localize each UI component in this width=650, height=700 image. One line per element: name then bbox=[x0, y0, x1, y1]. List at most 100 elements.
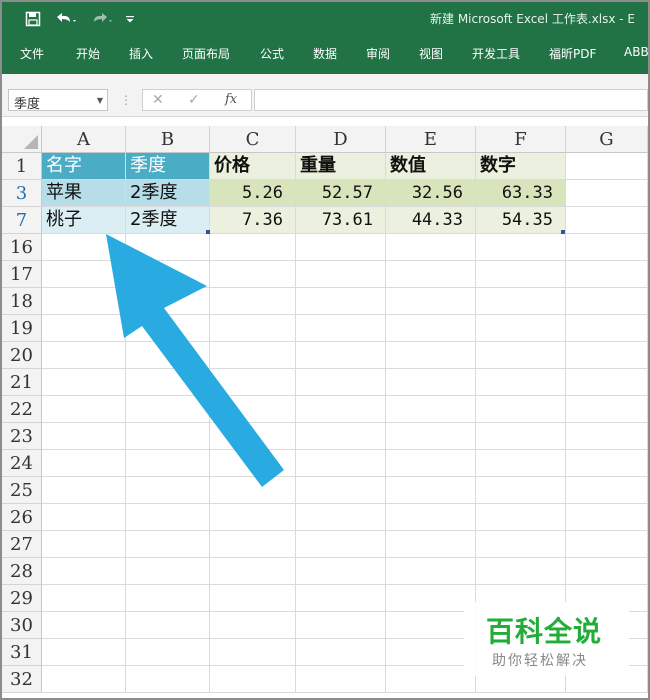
column-header-g[interactable]: G bbox=[566, 126, 648, 153]
empty-cell[interactable] bbox=[126, 666, 210, 693]
row-header[interactable]: 25 bbox=[2, 477, 42, 504]
fill-handle[interactable] bbox=[561, 230, 565, 234]
row-header[interactable]: 21 bbox=[2, 369, 42, 396]
empty-cell[interactable] bbox=[566, 315, 648, 342]
row-header[interactable]: 30 bbox=[2, 612, 42, 639]
empty-cell[interactable] bbox=[126, 315, 210, 342]
enter-icon[interactable]: ✓ bbox=[188, 92, 200, 108]
empty-cell[interactable] bbox=[476, 315, 566, 342]
drag-handle-icon[interactable]: ⋮ bbox=[120, 93, 132, 107]
empty-cell[interactable] bbox=[42, 234, 126, 261]
empty-cell[interactable] bbox=[210, 531, 296, 558]
empty-cell[interactable] bbox=[566, 261, 648, 288]
name-box[interactable]: 季度 ▼ bbox=[8, 89, 108, 112]
row-header[interactable]: 19 bbox=[2, 315, 42, 342]
tab-formulas[interactable]: 公式 bbox=[260, 45, 284, 62]
empty-cell[interactable] bbox=[126, 396, 210, 423]
empty-cell[interactable] bbox=[210, 342, 296, 369]
empty-cell[interactable] bbox=[42, 531, 126, 558]
empty-cell[interactable] bbox=[42, 261, 126, 288]
empty-cell[interactable] bbox=[210, 261, 296, 288]
row-header[interactable]: 16 bbox=[2, 234, 42, 261]
row-header[interactable]: 7 bbox=[2, 207, 42, 234]
table-cell[interactable]: 73.61 bbox=[296, 207, 386, 234]
empty-cell[interactable] bbox=[296, 396, 386, 423]
empty-cell[interactable] bbox=[42, 342, 126, 369]
row-header[interactable]: 28 bbox=[2, 558, 42, 585]
empty-cell[interactable] bbox=[42, 423, 126, 450]
empty-cell[interactable] bbox=[386, 288, 476, 315]
tab-abb[interactable]: ABB bbox=[624, 45, 648, 59]
empty-cell[interactable] bbox=[476, 531, 566, 558]
empty-cell[interactable] bbox=[566, 558, 648, 585]
row-header[interactable]: 29 bbox=[2, 585, 42, 612]
empty-cell[interactable] bbox=[566, 450, 648, 477]
tab-data[interactable]: 数据 bbox=[313, 45, 337, 62]
empty-cell[interactable] bbox=[386, 612, 476, 639]
empty-cell[interactable] bbox=[126, 558, 210, 585]
empty-cell[interactable] bbox=[126, 234, 210, 261]
tab-page-layout[interactable]: 页面布局 bbox=[182, 45, 230, 62]
table-cell[interactable]: 苹果 bbox=[42, 180, 126, 207]
empty-cell[interactable] bbox=[566, 234, 648, 261]
tab-home[interactable]: 开始 bbox=[76, 45, 100, 62]
row-header[interactable]: 26 bbox=[2, 504, 42, 531]
empty-cell[interactable] bbox=[210, 666, 296, 693]
empty-cell[interactable] bbox=[42, 666, 126, 693]
empty-cell[interactable] bbox=[296, 423, 386, 450]
empty-cell[interactable] bbox=[296, 504, 386, 531]
empty-cell[interactable] bbox=[42, 585, 126, 612]
empty-cell[interactable] bbox=[476, 450, 566, 477]
table-cell[interactable]: 63.33 bbox=[476, 180, 566, 207]
empty-cell[interactable] bbox=[210, 612, 296, 639]
empty-cell[interactable] bbox=[42, 612, 126, 639]
empty-cell[interactable] bbox=[126, 261, 210, 288]
empty-cell[interactable] bbox=[386, 477, 476, 504]
undo-icon[interactable] bbox=[52, 8, 80, 30]
empty-cell[interactable] bbox=[386, 234, 476, 261]
empty-cell[interactable] bbox=[476, 396, 566, 423]
empty-cell[interactable] bbox=[126, 585, 210, 612]
empty-cell[interactable] bbox=[386, 666, 476, 693]
empty-cell[interactable] bbox=[296, 558, 386, 585]
empty-cell[interactable] bbox=[476, 477, 566, 504]
empty-cell[interactable] bbox=[476, 261, 566, 288]
column-header-e[interactable]: E bbox=[386, 126, 476, 153]
empty-cell[interactable] bbox=[42, 369, 126, 396]
empty-cell[interactable] bbox=[386, 423, 476, 450]
table-cell[interactable]: 重量 bbox=[296, 153, 386, 180]
empty-cell[interactable] bbox=[210, 450, 296, 477]
table-cell[interactable]: 54.35 bbox=[476, 207, 566, 234]
row-header[interactable]: 27 bbox=[2, 531, 42, 558]
tab-file[interactable]: 文件 bbox=[20, 45, 44, 62]
empty-cell[interactable] bbox=[476, 423, 566, 450]
row-header[interactable]: 3 bbox=[2, 180, 42, 207]
empty-cell[interactable] bbox=[126, 477, 210, 504]
empty-cell[interactable] bbox=[210, 315, 296, 342]
table-cell[interactable]: 价格 bbox=[210, 153, 296, 180]
empty-cell[interactable] bbox=[126, 450, 210, 477]
empty-cell[interactable] bbox=[210, 558, 296, 585]
empty-cell[interactable] bbox=[296, 531, 386, 558]
empty-cell[interactable] bbox=[126, 369, 210, 396]
empty-cell[interactable] bbox=[566, 153, 648, 180]
empty-cell[interactable] bbox=[566, 504, 648, 531]
empty-cell[interactable] bbox=[566, 207, 648, 234]
empty-cell[interactable] bbox=[566, 396, 648, 423]
empty-cell[interactable] bbox=[386, 342, 476, 369]
empty-cell[interactable] bbox=[296, 315, 386, 342]
table-cell[interactable]: 数值 bbox=[386, 153, 476, 180]
empty-cell[interactable] bbox=[566, 423, 648, 450]
tab-foxit-pdf[interactable]: 福昕PDF bbox=[549, 45, 596, 62]
table-cell[interactable]: 52.57 bbox=[296, 180, 386, 207]
table-cell[interactable]: 7.36 bbox=[210, 207, 296, 234]
insert-function-icon[interactable]: fx bbox=[225, 92, 237, 107]
empty-cell[interactable] bbox=[296, 234, 386, 261]
empty-cell[interactable] bbox=[476, 504, 566, 531]
table-cell[interactable]: 名字 bbox=[42, 153, 126, 180]
empty-cell[interactable] bbox=[42, 558, 126, 585]
tab-insert[interactable]: 插入 bbox=[129, 45, 153, 62]
empty-cell[interactable] bbox=[386, 450, 476, 477]
tab-review[interactable]: 审阅 bbox=[366, 45, 390, 62]
table-cell[interactable]: 44.33 bbox=[386, 207, 476, 234]
